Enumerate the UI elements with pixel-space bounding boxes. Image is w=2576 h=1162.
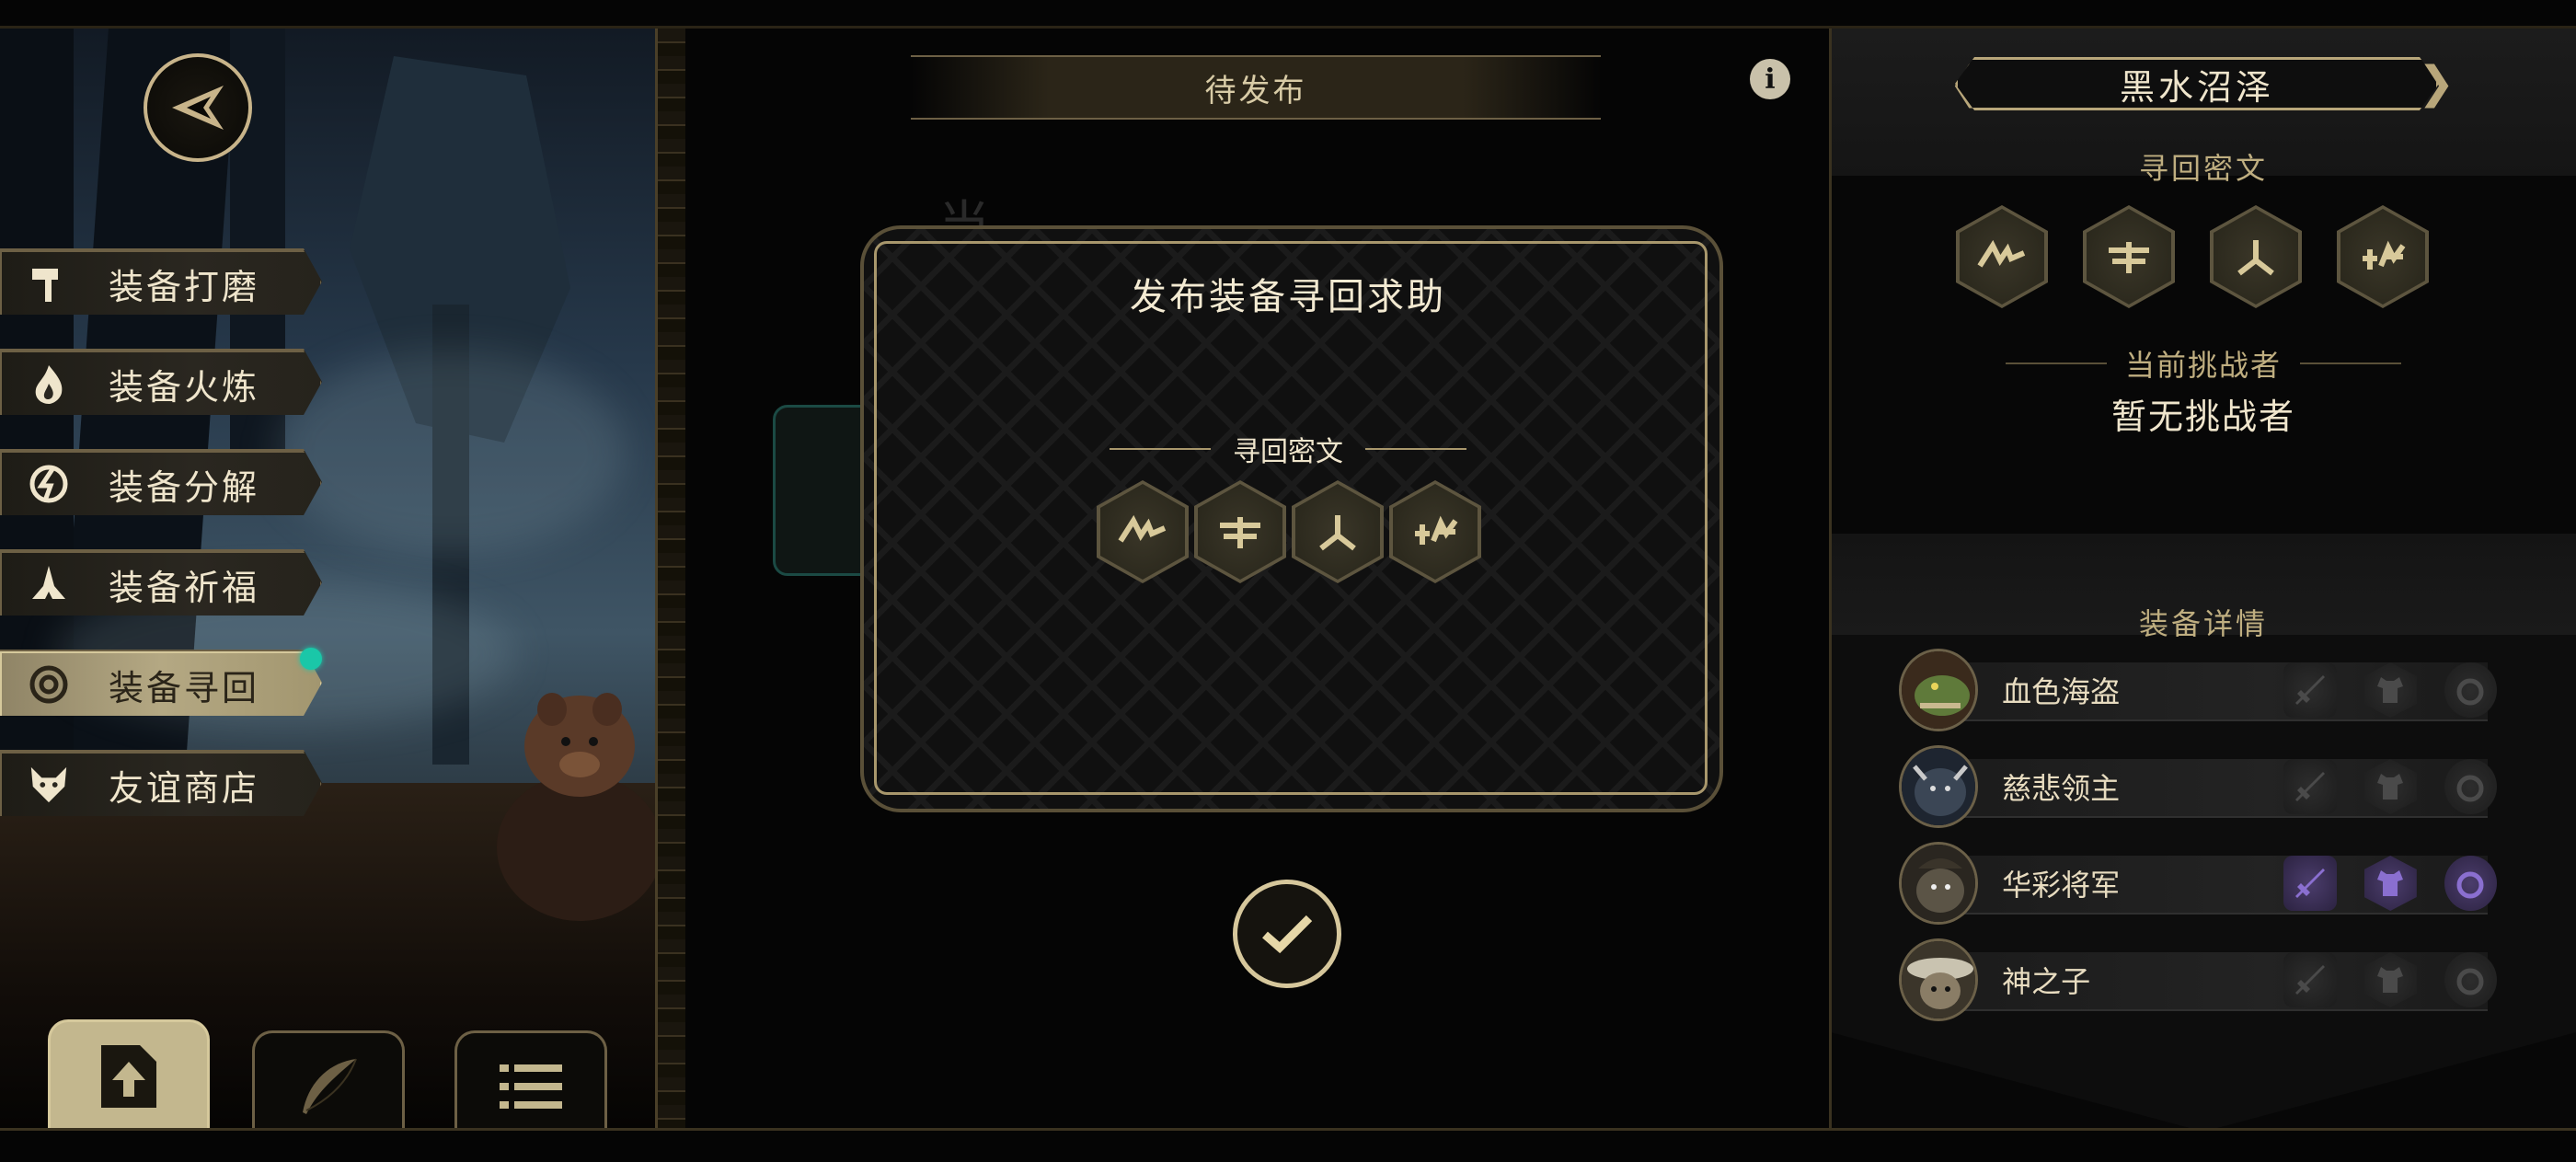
menu-item-bless[interactable]: 装备祈福	[0, 549, 322, 616]
menu-item-fire[interactable]: 装备火炼	[0, 349, 322, 415]
tab-publish[interactable]	[48, 1019, 210, 1131]
dialog-cipher-text: 寻回密文	[1233, 436, 1343, 468]
status-header-label: 待发布	[1204, 72, 1307, 109]
list-icon	[500, 1064, 562, 1109]
rune-3-icon	[1292, 480, 1384, 583]
sword-icon	[2283, 856, 2337, 911]
top-frame	[0, 0, 2576, 29]
player-row[interactable]: 神之子	[1899, 938, 2498, 1021]
menu-label-polish: 装备打磨	[109, 266, 260, 307]
dialog-title: 发布装备寻回求助	[1130, 276, 1446, 318]
tab-feather[interactable]	[252, 1030, 405, 1142]
child-avatar	[1899, 938, 1979, 1021]
hammer-icon	[28, 262, 70, 305]
menu-label-bless: 装备祈福	[109, 567, 260, 608]
tab-list[interactable]	[454, 1030, 607, 1142]
upload-document-icon	[101, 1045, 156, 1108]
crocodile-avatar	[1899, 649, 1979, 731]
region-title: 黑水沼泽	[2119, 66, 2274, 108]
challenger-label-row: 当前挑战者	[1831, 342, 2576, 385]
challenger-label: 当前挑战者	[2124, 348, 2282, 383]
checkmark-icon	[1262, 915, 1313, 954]
pray-hands-icon	[28, 563, 70, 605]
menu-item-retrieve[interactable]: 装备寻回	[0, 650, 322, 716]
player-name: 慈悲领主	[2002, 771, 2121, 806]
ring-icon	[2444, 856, 2498, 911]
player-name: 神之子	[2002, 964, 2091, 999]
ring-icon	[2444, 759, 2498, 814]
flame-icon	[28, 362, 70, 405]
player-row[interactable]: 慈悲领主	[1899, 745, 2498, 828]
rune-1-icon	[1097, 480, 1189, 583]
ring-icon	[2444, 952, 2498, 1007]
menu-label-shop: 友谊商店	[109, 767, 260, 809]
status-header: 待发布	[911, 55, 1601, 120]
rune-4-icon	[2337, 205, 2429, 308]
target-icon	[28, 663, 70, 706]
bottom-frame	[0, 1128, 2576, 1162]
dialog-rune-row	[1097, 480, 1481, 583]
sword-icon	[2283, 759, 2337, 814]
menu-label-decompose: 装备分解	[109, 466, 260, 508]
beast-avatar	[1899, 745, 1979, 828]
confirm-button[interactable]	[1233, 880, 1341, 988]
left-divider	[655, 29, 688, 1128]
menu-item-shop[interactable]: 友谊商店	[0, 750, 322, 816]
sword-icon	[2283, 952, 2337, 1007]
menu-item-decompose[interactable]: 装备分解	[0, 449, 322, 515]
decompose-icon	[28, 463, 70, 505]
details-label: 装备详情	[2138, 606, 2268, 641]
right-cipher-label: 寻回密文	[2138, 151, 2268, 186]
rune-2-icon	[1194, 480, 1286, 583]
menu-label-retrieve: 装备寻回	[109, 667, 260, 708]
player-name: 血色海盗	[2002, 674, 2121, 709]
region-title-plate: 黑水沼泽	[1955, 57, 2439, 110]
player-row[interactable]: 血色海盗	[1899, 649, 2498, 731]
challenger-value: 暂无挑战者	[2110, 397, 2295, 437]
notification-badge	[300, 648, 322, 670]
sword-icon	[2283, 662, 2337, 718]
menu-item-polish[interactable]: 装备打磨	[0, 248, 322, 315]
feather-icon	[303, 1058, 357, 1114]
ring-icon	[2444, 662, 2498, 718]
rune-4-icon	[1389, 480, 1481, 583]
info-icon[interactable]: i	[1750, 59, 1790, 99]
player-name: 华彩将军	[2002, 868, 2121, 903]
right-rune-row	[1956, 205, 2429, 308]
menu-label-fire: 装备火炼	[109, 366, 260, 408]
dialog-cipher-label: 寻回密文	[860, 429, 1716, 469]
bear-creature	[497, 693, 655, 921]
next-region-icon[interactable]: ❯	[2418, 57, 2455, 109]
rune-2-icon	[2083, 205, 2175, 308]
player-row[interactable]: 华彩将军	[1899, 842, 2498, 925]
general-avatar	[1899, 842, 1979, 925]
rune-1-icon	[1956, 205, 2048, 308]
rune-3-icon	[2210, 205, 2302, 308]
fox-head-icon	[28, 764, 70, 806]
back-arrow-icon	[172, 86, 224, 130]
back-button[interactable]	[144, 53, 252, 162]
